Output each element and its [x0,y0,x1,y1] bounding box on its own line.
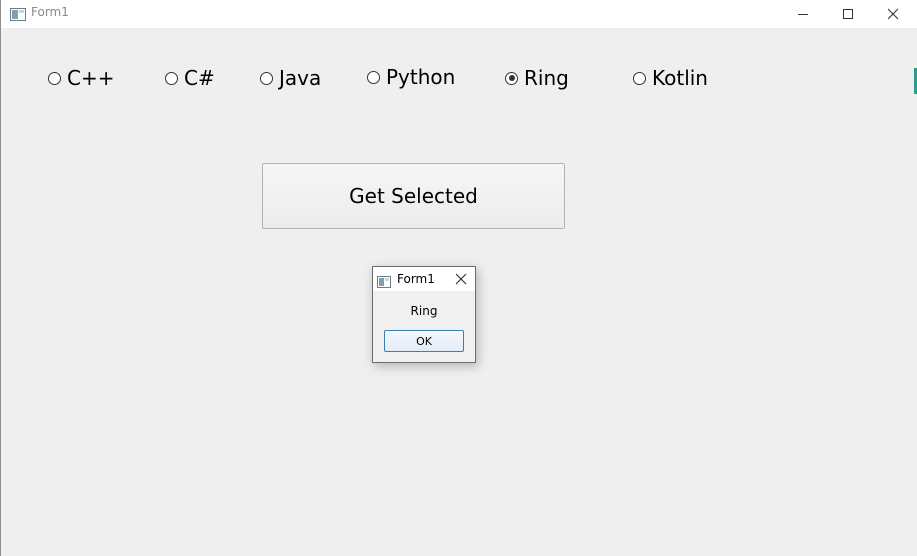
dialog-message: Ring [410,304,438,318]
app-window-icon [377,273,391,288]
maximize-button[interactable] [825,0,871,28]
window-titlebar[interactable]: Form1 [1,0,917,28]
get-selected-button[interactable]: Get Selected [262,163,565,229]
radio-cpp[interactable]: C++ [48,68,114,88]
radio-button-circle[interactable] [48,71,61,85]
radio-label: Python [386,65,456,89]
radio-button-circle[interactable] [165,71,178,85]
radio-label: Java [279,66,322,90]
close-icon [887,8,899,20]
radio-label: C++ [67,66,115,90]
radio-label: C# [184,66,215,90]
radio-kotlin[interactable]: Kotlin [633,68,708,88]
ok-button[interactable]: OK [384,330,464,352]
window-border [0,0,1,556]
radio-button-circle[interactable] [367,70,380,84]
message-dialog: Form1 Ring OK [372,266,476,363]
dialog-title: Form1 [397,272,435,286]
radio-button-circle[interactable] [633,71,646,85]
radio-ring[interactable]: Ring [505,68,569,88]
radio-label: Ring [524,66,569,90]
dialog-close-button[interactable] [451,269,471,289]
radio-button-circle[interactable] [260,71,273,85]
radio-python[interactable]: Python [367,67,455,87]
close-icon [455,270,467,289]
close-button[interactable] [870,0,916,28]
minimize-button[interactable] [780,0,826,28]
radio-java[interactable]: Java [260,68,321,88]
radio-csharp[interactable]: C# [165,68,215,88]
minimize-icon [797,8,809,20]
window-title: Form1 [31,5,69,19]
dialog-titlebar[interactable]: Form1 [373,267,475,291]
app-window-icon [10,6,26,21]
maximize-icon [842,8,854,20]
radio-label: Kotlin [652,66,708,90]
radio-button-circle-selected[interactable] [505,71,518,85]
